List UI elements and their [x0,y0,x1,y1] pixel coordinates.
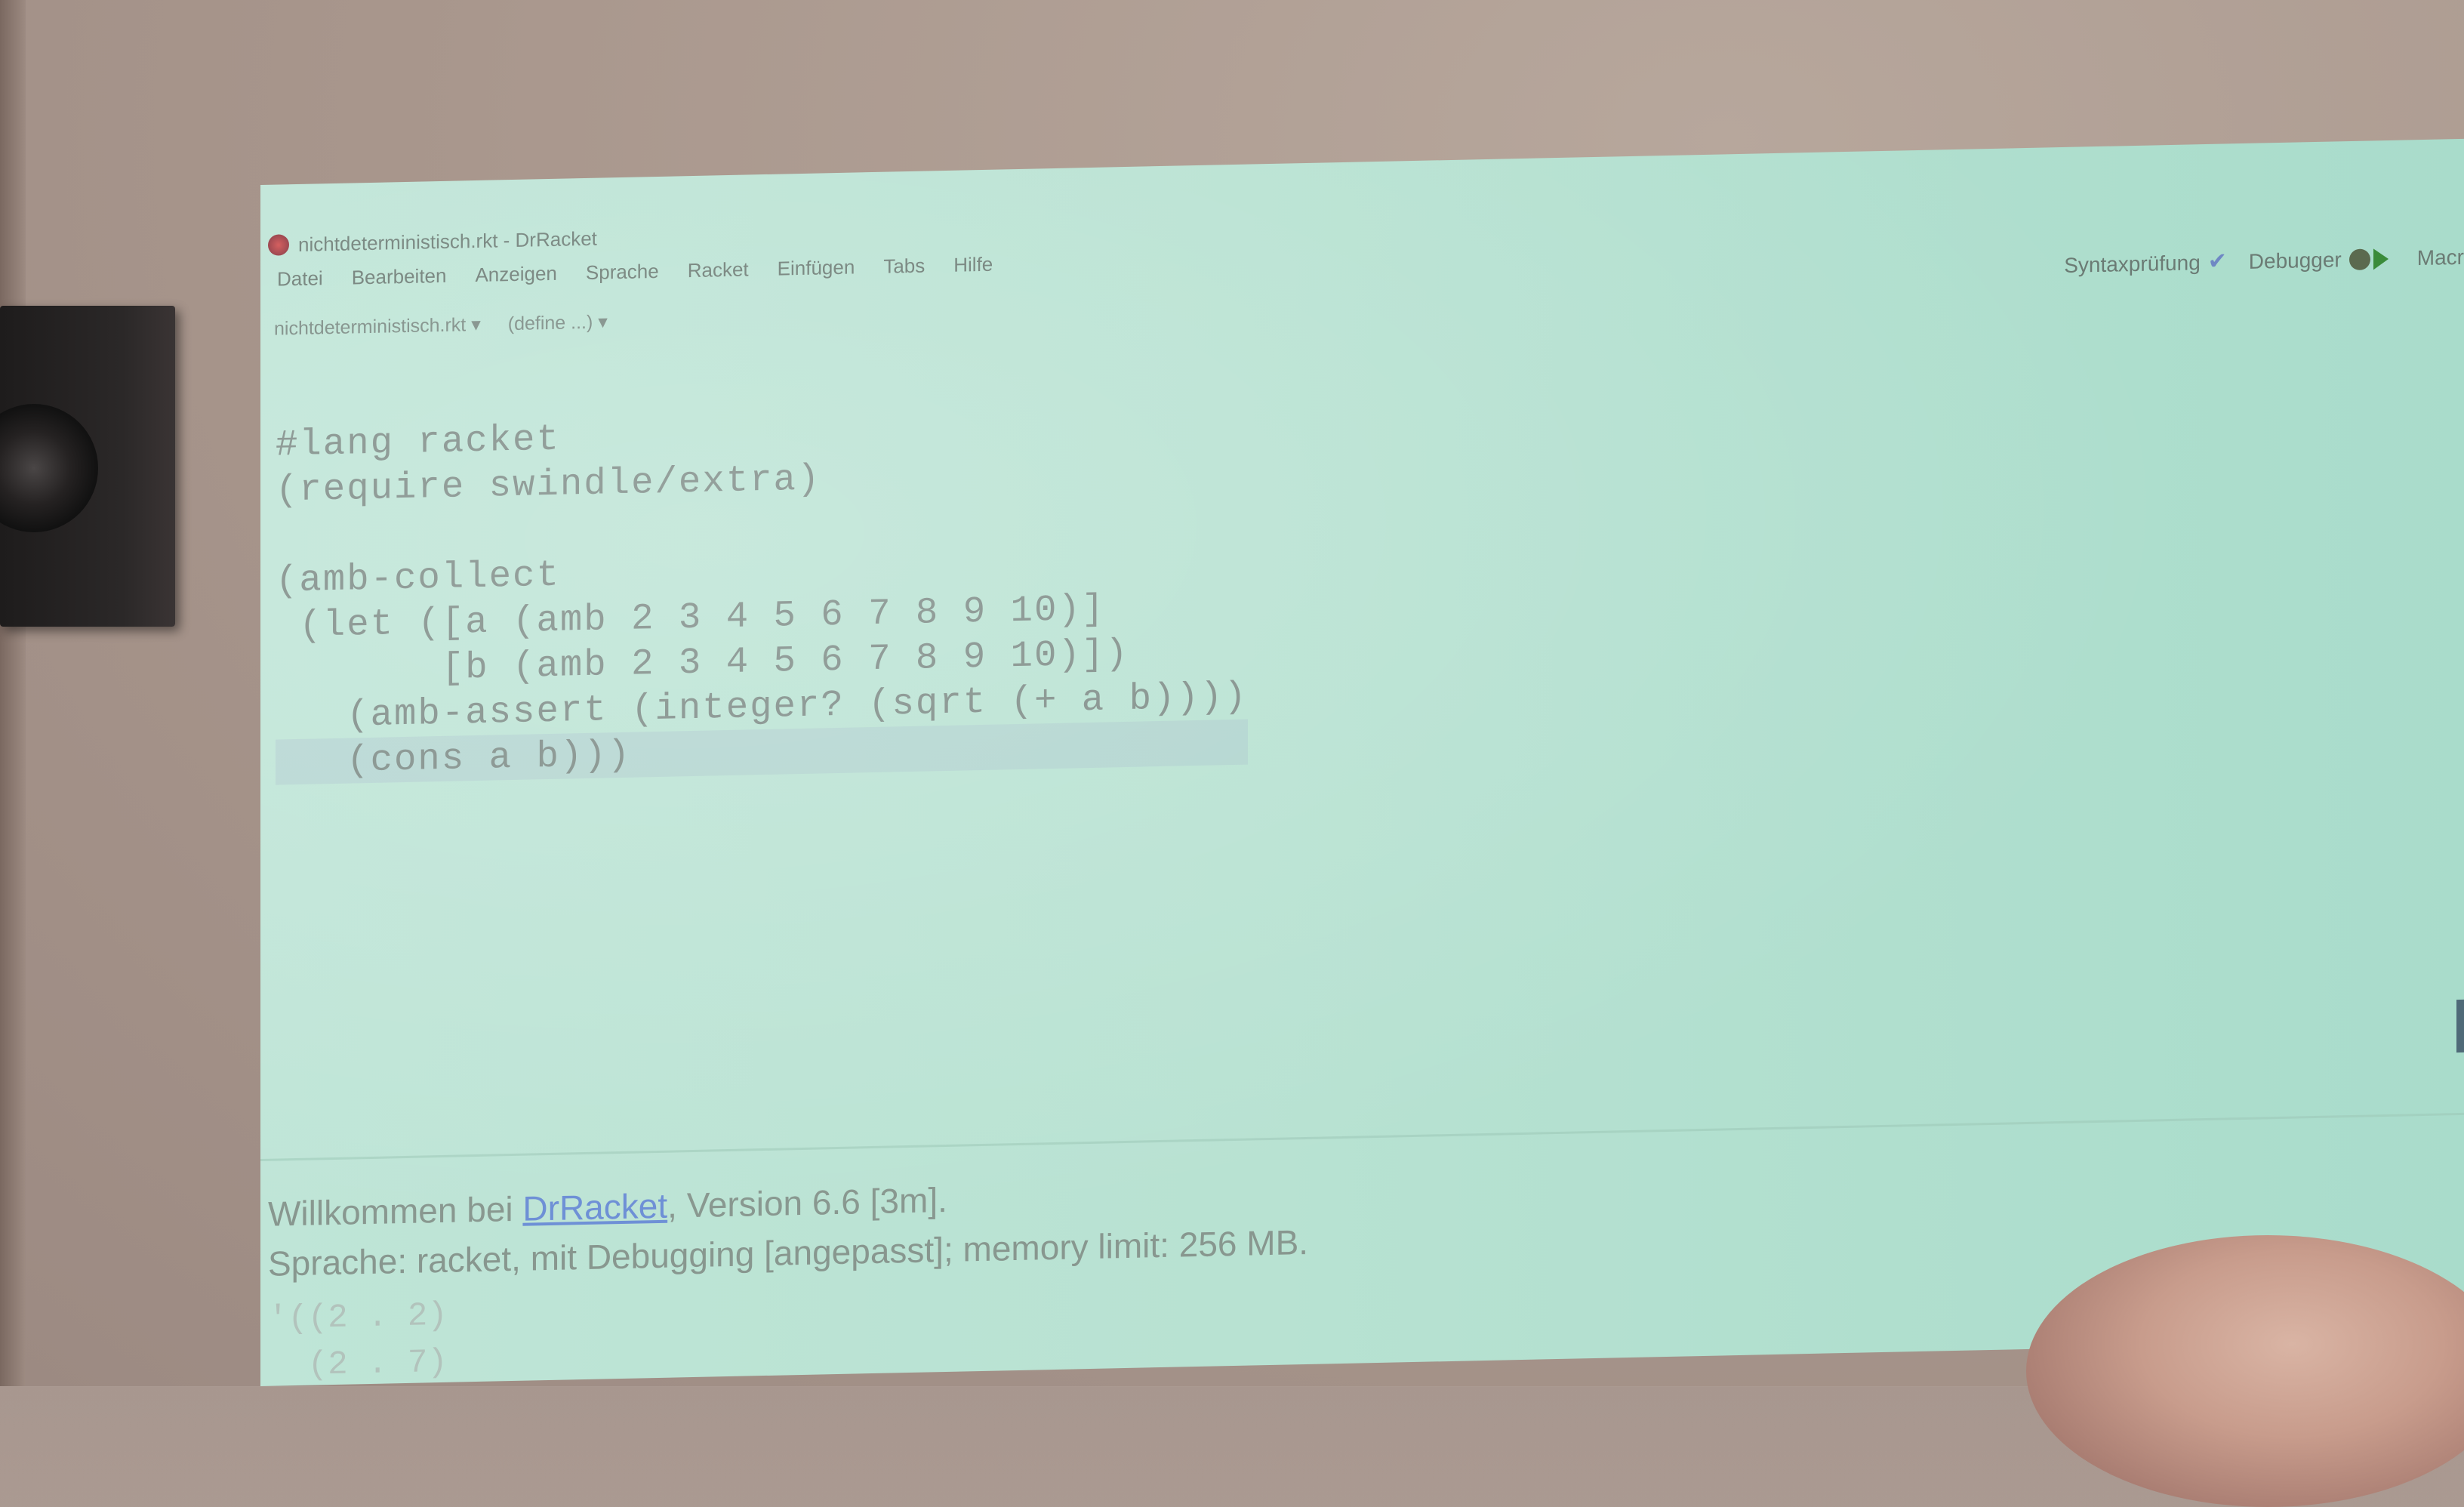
check-syntax-icon [2208,251,2234,274]
window-title: nichtdeterministisch.rkt - DrRacket [298,227,597,256]
speaker [0,306,175,627]
repl-output-line: '((2 . 2) [268,1296,448,1339]
welcome-suffix: , Version 6.6 [3m]. [667,1179,947,1225]
pane-divider[interactable] [260,1112,2464,1161]
title-bar: nichtdeterministisch.rkt - DrRacket [268,223,597,260]
menu-tabs[interactable]: Tabs [883,254,925,279]
projected-screen: nichtdeterministisch.rkt - DrRacket Date… [260,138,2464,1386]
menu-racket[interactable]: Racket [688,257,749,282]
menu-bearbeiten[interactable]: Bearbeiten [352,264,447,290]
menu-anzeigen[interactable]: Anzeigen [475,262,556,287]
debugger-label: Debugger [2248,248,2342,273]
wall-edge [0,0,26,1386]
macro-stepper-button[interactable]: Macr [2417,245,2464,270]
menu-einfuegen[interactable]: Einfügen [778,256,855,281]
menu-hilfe[interactable]: Hilfe [953,253,993,277]
drracket-link[interactable]: DrRacket [522,1186,667,1228]
file-dropdown[interactable]: nichtdeterministisch.rkt ▾ [274,313,481,341]
debugger-button[interactable]: Debugger [2249,246,2402,275]
scrollbar-thumb[interactable] [2456,999,2464,1053]
repl-output-line: (2 . 7) [268,1343,448,1385]
syntax-check-button[interactable]: Syntaxprüfung [2064,250,2234,278]
define-dropdown[interactable]: (define ...) ▾ [508,310,608,335]
repl-output: '((2 . 2) (2 . 7) [268,1293,448,1386]
definitions-editor[interactable]: #lang racket (require swindle/extra) (amb… [276,357,1248,876]
menu-bar: Datei Bearbeiten Anzeigen Sprache Racket… [277,253,993,291]
syntax-check-label: Syntaxprüfung [2064,251,2201,277]
debugger-icon [2348,246,2402,273]
macro-stepper-label: Macr [2416,245,2464,270]
toolbar-left: nichtdeterministisch.rkt ▾ (define ...) … [274,310,608,340]
interactions-pane[interactable]: Willkommen bei DrRacket, Version 6.6 [3m… [268,1167,1308,1289]
menu-datei[interactable]: Datei [277,267,323,291]
drracket-logo-icon [268,234,289,256]
toolbar-right: Syntaxprüfung Debugger Macr [2064,245,2464,279]
speaker-cone [0,404,98,532]
welcome-prefix: Willkommen bei [268,1188,523,1234]
menu-sprache[interactable]: Sprache [586,260,659,285]
